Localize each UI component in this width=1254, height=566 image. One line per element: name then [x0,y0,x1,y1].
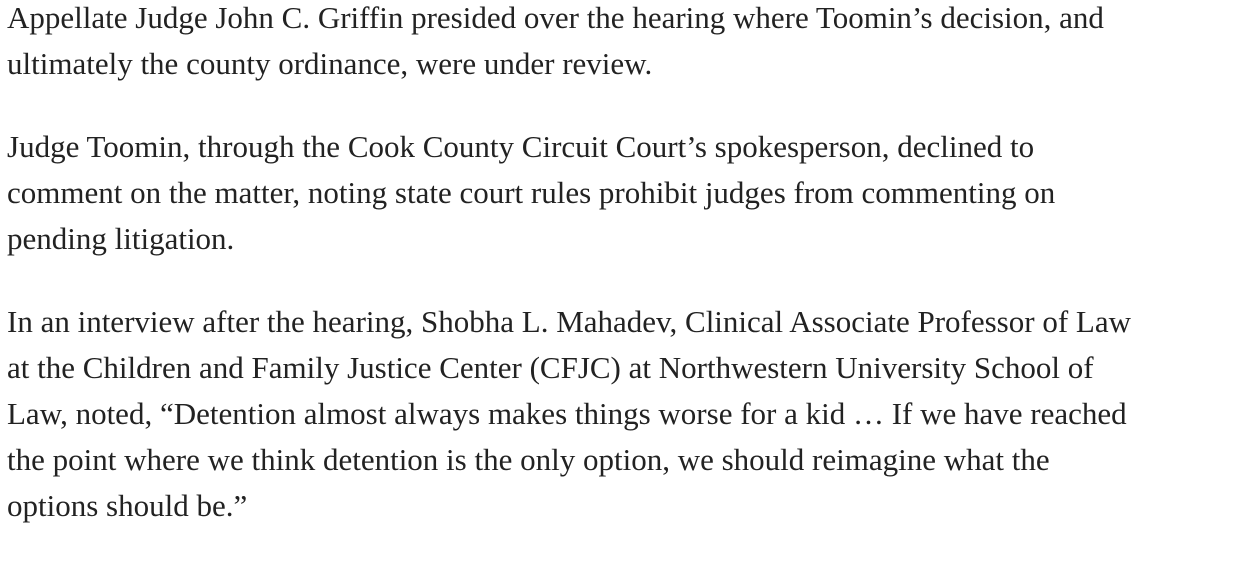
article-body: Appellate Judge John C. Griffin presided… [7,0,1247,566]
text-line: comment on the matter, noting state cour… [7,175,1056,210]
text-line: at the Children and Family Justice Cente… [7,350,1094,385]
text-line: pending litigation. [7,221,235,256]
text-line: the point where we think detention is th… [7,442,1050,477]
text-line: Appellate Judge John C. Griffin presided… [7,0,1104,35]
text-line: In an interview after the hearing, Shobh… [7,304,1131,339]
text-line: Judge Toomin, through the Cook County Ci… [7,129,1035,164]
paragraph-toomin-comment: Judge Toomin, through the Cook County Ci… [7,124,1247,262]
paragraph-griffin-hearing: Appellate Judge John C. Griffin presided… [7,0,1247,87]
text-line: ultimately the county ordinance, were un… [7,46,653,81]
paragraph-mahadev-quote: In an interview after the hearing, Shobh… [7,299,1247,529]
text-line: Law, noted, “Detention almost always mak… [7,396,1127,431]
text-line: options should be.” [7,488,248,523]
